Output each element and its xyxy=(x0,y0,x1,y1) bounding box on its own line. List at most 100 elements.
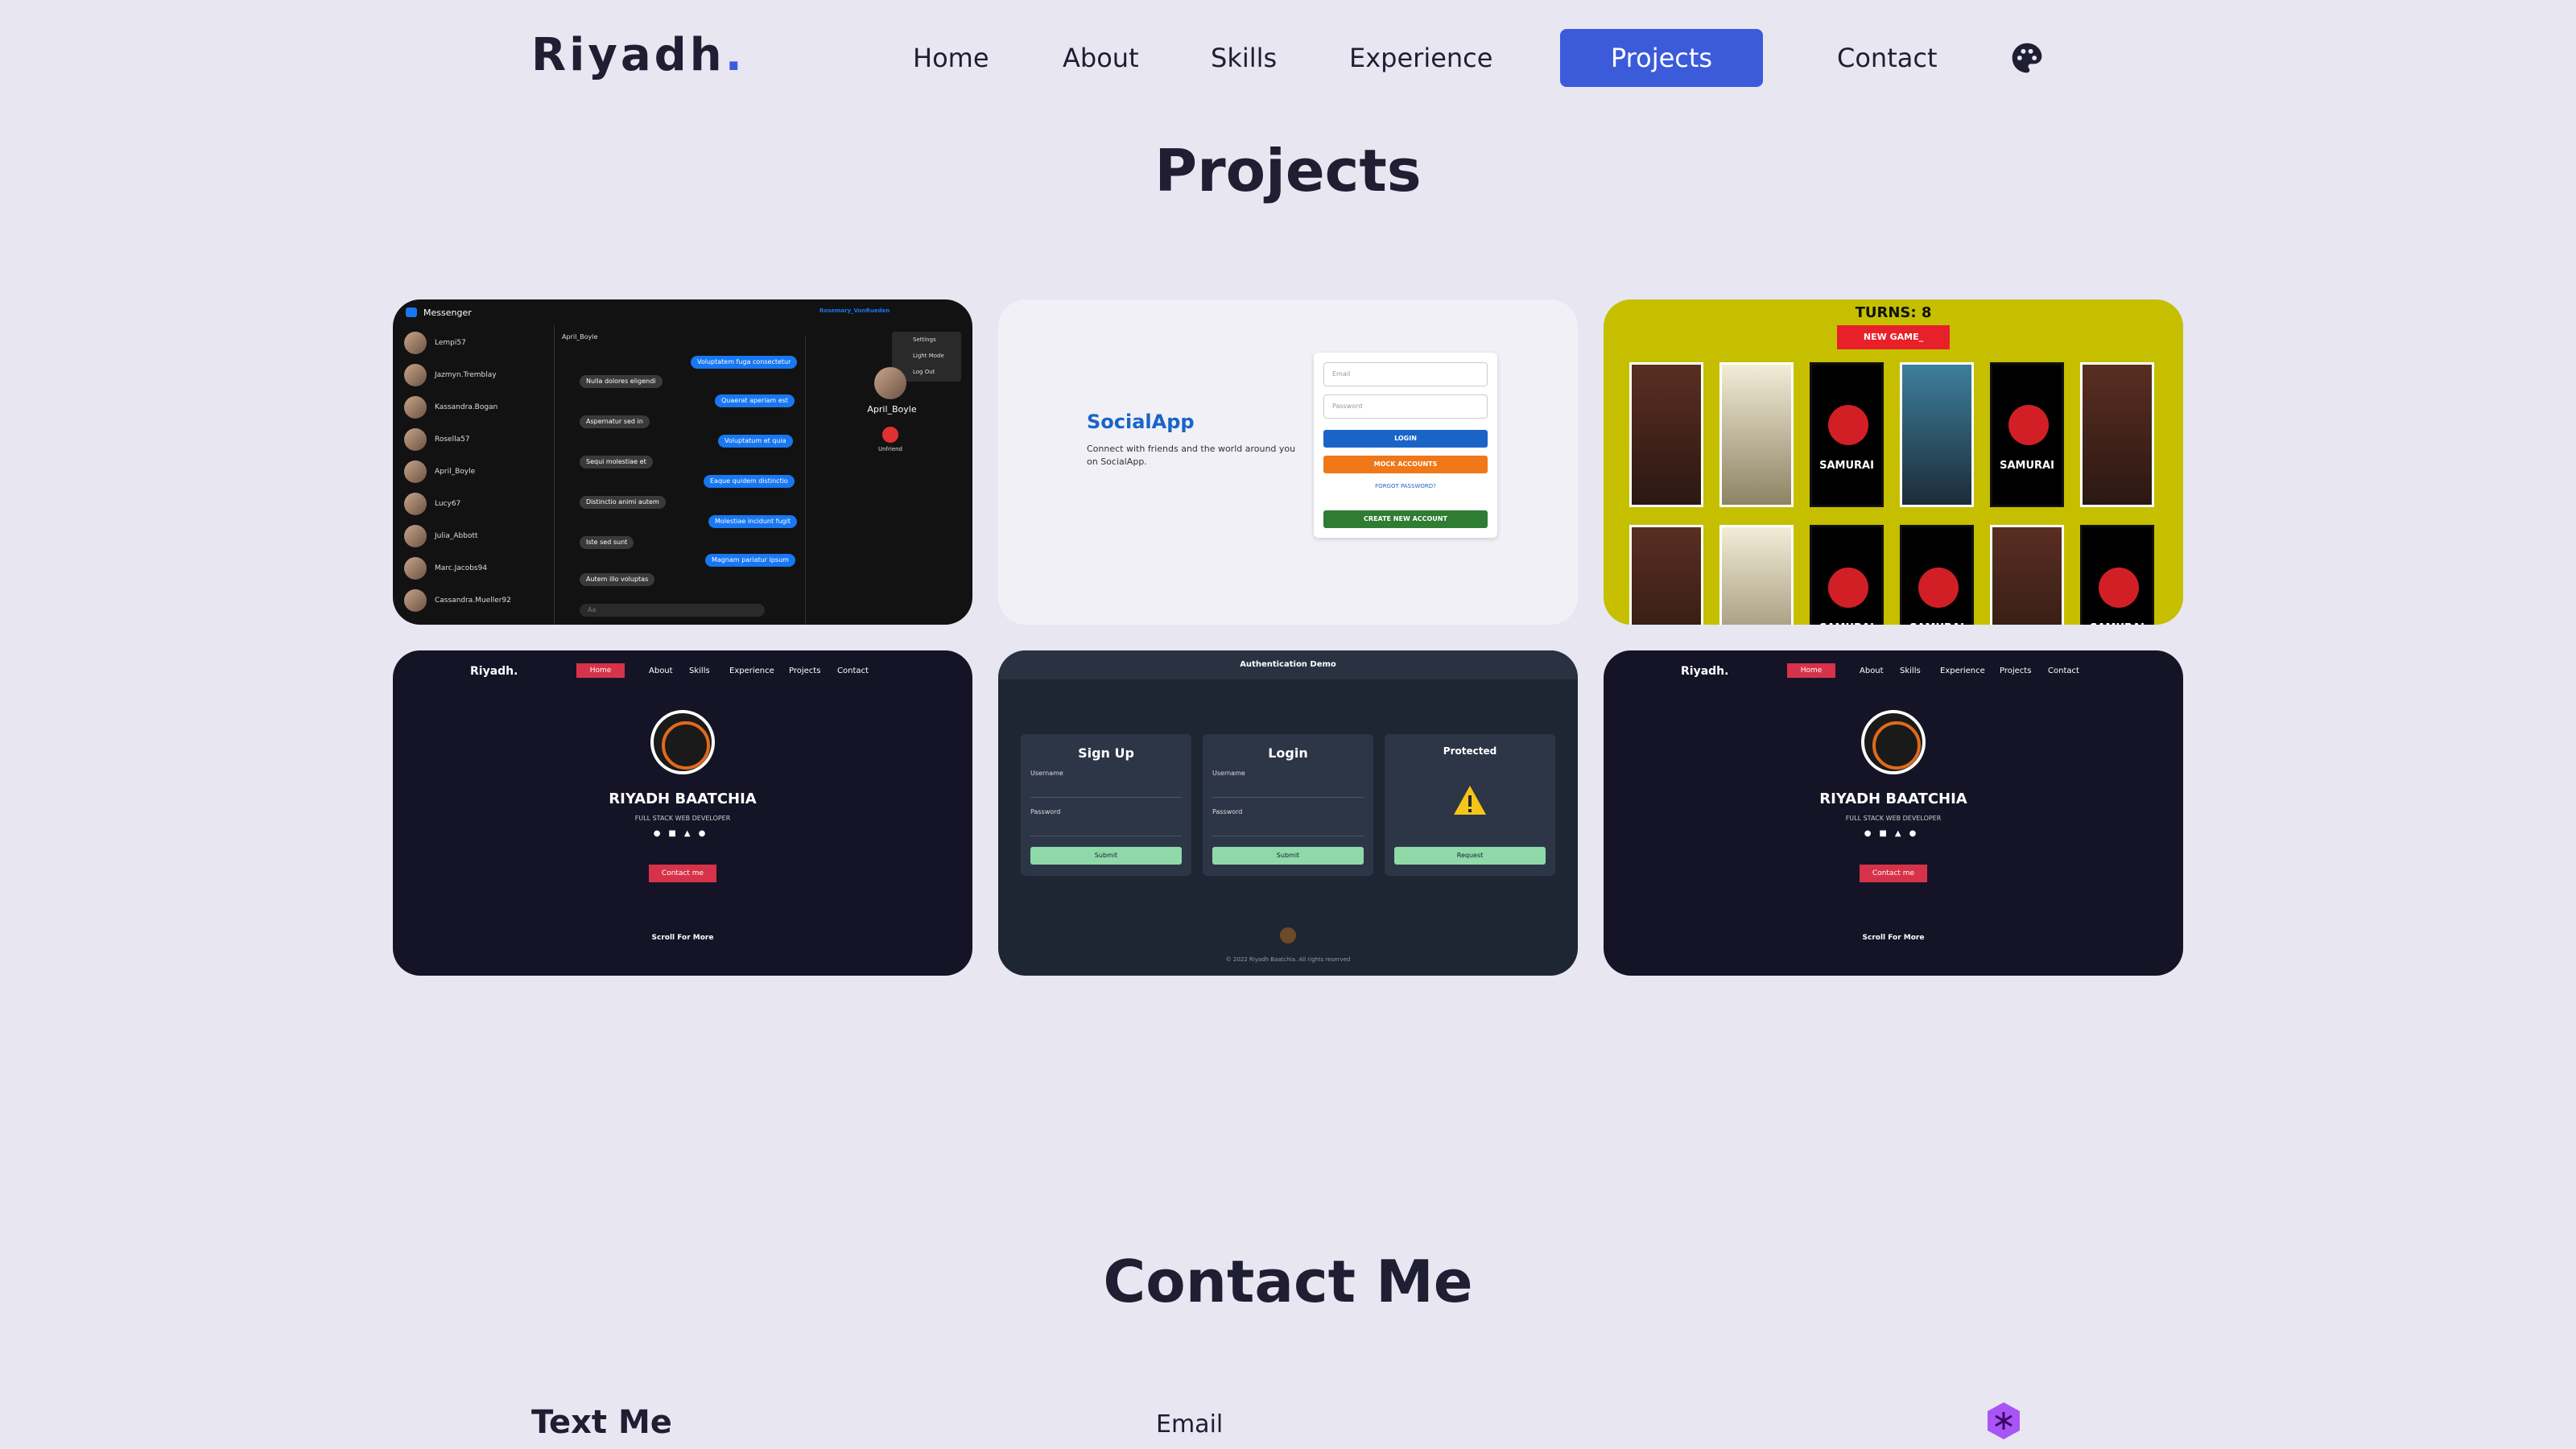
menu-settings[interactable]: Settings xyxy=(913,336,936,343)
project-card-memory-game[interactable]: TURNS: 8 NEW GAME_ SAMURAI SAMURAI SAMUR… xyxy=(1604,299,2183,625)
nav-experience[interactable]: Experience xyxy=(1333,29,1497,87)
message-in: Iste sed sunt xyxy=(580,536,634,549)
social-icons[interactable]: ●■▲● xyxy=(647,829,720,840)
site-logo[interactable]: Riyadh. xyxy=(531,29,745,81)
message-input[interactable]: Aa xyxy=(580,604,765,617)
unfriend-icon[interactable] xyxy=(882,427,898,443)
card-tile[interactable] xyxy=(1629,362,1703,507)
card-tile[interactable] xyxy=(1990,525,2064,625)
text-me-heading: Text Me xyxy=(531,1404,672,1441)
avatar xyxy=(404,589,427,612)
avatar xyxy=(404,364,427,386)
warning-icon xyxy=(1454,786,1486,815)
project-card-portfolio-2[interactable]: Riyadh. Home About Skills Experience Pro… xyxy=(1604,650,2183,976)
message-in: Aspernatur sed in xyxy=(580,415,650,428)
card-tile[interactable] xyxy=(1629,525,1703,625)
profile-avatar xyxy=(1861,710,1926,774)
avatar xyxy=(404,493,427,515)
palette-icon[interactable] xyxy=(2009,40,2045,76)
messenger-header: Messenger Rosemary_VonRueden xyxy=(393,299,972,324)
contact-item[interactable]: Cassandra.Mueller92 xyxy=(404,589,511,612)
profile-role: FULL STACK WEB DEVELOPER xyxy=(634,815,731,822)
login-submit-button[interactable]: Submit xyxy=(1212,847,1364,865)
profile-avatar xyxy=(650,710,715,774)
message-in: Autem illo voluptas xyxy=(580,573,655,586)
contact-item[interactable]: Lempi57 xyxy=(404,332,466,354)
project-card-auth-demo[interactable]: Authentication Demo Sign Up Username Pas… xyxy=(998,650,1578,976)
message-out: Eaque quidem distinctio xyxy=(704,475,795,488)
auth-footer: © 2022 Riyadh Baatchia. All rights reser… xyxy=(1225,956,1351,963)
project-card-portfolio[interactable]: Riyadh. Home About Skills Experience Pro… xyxy=(393,650,972,976)
menu-light-mode[interactable]: Light Mode xyxy=(913,353,944,359)
request-button[interactable]: Request xyxy=(1394,847,1546,865)
profile-name: April_Boyle xyxy=(867,404,917,415)
avatar xyxy=(404,428,427,451)
profile-name: RIYADH BAATCHIA xyxy=(1819,791,1967,807)
card-tile[interactable]: SAMURAI xyxy=(1810,525,1884,625)
menu-logout[interactable]: Log Out xyxy=(913,369,935,375)
hexagon-icon[interactable] xyxy=(1984,1401,2024,1441)
email-field[interactable]: Email xyxy=(1323,362,1488,386)
contact-me-button[interactable]: Contact me xyxy=(1860,865,1927,882)
socialapp-title: SocialApp xyxy=(1087,411,1195,433)
card-tile[interactable] xyxy=(1900,362,1974,507)
message-out: Voluptatem fuga consectetur xyxy=(691,356,798,369)
message-out: Magnam pariatur ipsum xyxy=(705,554,795,567)
signup-submit-button[interactable]: Submit xyxy=(1030,847,1182,865)
contact-item[interactable]: Jazmyn.Tremblay xyxy=(404,364,497,386)
avatar xyxy=(404,396,427,419)
message-in: Distinctio animi autem xyxy=(580,496,666,509)
contact-title: Contact Me xyxy=(1103,1248,1473,1315)
avatar xyxy=(404,460,427,483)
card-tile[interactable]: SAMURAI xyxy=(1990,362,2064,507)
top-nav: Riyadh. Home About Skills Experience Pro… xyxy=(0,0,2576,116)
nav-home[interactable]: Home xyxy=(897,29,998,87)
card-tile[interactable]: SAMURAI xyxy=(1810,362,1884,507)
project-card-messenger[interactable]: Messenger Rosemary_VonRueden Settings Li… xyxy=(393,299,972,625)
card-tile[interactable]: SAMURAI xyxy=(2080,525,2154,625)
divider xyxy=(805,336,806,625)
login-button[interactable]: LOGIN xyxy=(1323,430,1488,448)
forgot-password-link[interactable]: FORGOT PASSWORD? xyxy=(1323,483,1488,489)
profile-role: FULL STACK WEB DEVELOPER xyxy=(1845,815,1942,822)
avatar xyxy=(404,557,427,580)
avatar xyxy=(404,332,427,354)
protected-panel: Protected Request xyxy=(1385,734,1555,876)
email-label: Email xyxy=(1156,1410,1224,1439)
messenger-user: Rosemary_VonRueden xyxy=(819,308,890,314)
nav-contact[interactable]: Contact xyxy=(1821,29,1953,87)
create-account-button[interactable]: CREATE NEW ACCOUNT xyxy=(1323,510,1488,528)
project-card-socialapp[interactable]: SocialApp Connect with friends and the w… xyxy=(998,299,1578,625)
mock-accounts-button[interactable]: MOCK ACCOUNTS xyxy=(1323,456,1488,473)
contact-item[interactable]: Kassandra.Bogan xyxy=(404,396,497,419)
footer-logo xyxy=(1280,927,1296,943)
nav-about[interactable]: About xyxy=(1046,29,1146,87)
social-icons[interactable]: ●■▲● xyxy=(1858,829,1930,840)
nav-skills[interactable]: Skills xyxy=(1195,29,1286,87)
new-game-button[interactable]: NEW GAME_ xyxy=(1837,325,1950,349)
card-tile[interactable] xyxy=(1719,525,1794,625)
chat-icon xyxy=(406,308,417,317)
contact-item[interactable]: Rosella57 xyxy=(404,428,470,451)
card-tile[interactable]: SAMURAI xyxy=(1900,525,1974,625)
profile-avatar xyxy=(874,367,906,399)
chat-header: April_Boyle xyxy=(562,333,598,341)
unfriend-label: Unfriend xyxy=(877,446,903,452)
contact-me-button[interactable]: Contact me xyxy=(649,865,716,882)
card-tile[interactable] xyxy=(2080,362,2154,507)
card-tile[interactable] xyxy=(1719,362,1794,507)
projects-title: Projects xyxy=(1154,137,1422,204)
password-field[interactable]: Password xyxy=(1323,394,1488,419)
message-out: Molestiae incidunt fugit xyxy=(708,515,797,528)
socialapp-desc: Connect with friends and the world aroun… xyxy=(1087,444,1296,467)
login-box: Email Password LOGIN MOCK ACCOUNTS FORGO… xyxy=(1314,353,1497,538)
nav-projects[interactable]: Projects xyxy=(1560,29,1763,87)
signup-panel: Sign Up Username Password Submit xyxy=(1021,734,1191,876)
scroll-hint: Scroll For More xyxy=(1862,934,1925,942)
contact-item[interactable]: Julia_Abbott xyxy=(404,525,478,547)
contact-item[interactable]: Lucy67 xyxy=(404,493,460,515)
auth-title: Authentication Demo xyxy=(998,650,1578,679)
contact-item[interactable]: April_Boyle xyxy=(404,460,475,483)
contact-item[interactable]: Marc.Jacobs94 xyxy=(404,557,487,580)
portfolio-nav: Riyadh. Home About Skills Experience Pro… xyxy=(470,663,869,678)
